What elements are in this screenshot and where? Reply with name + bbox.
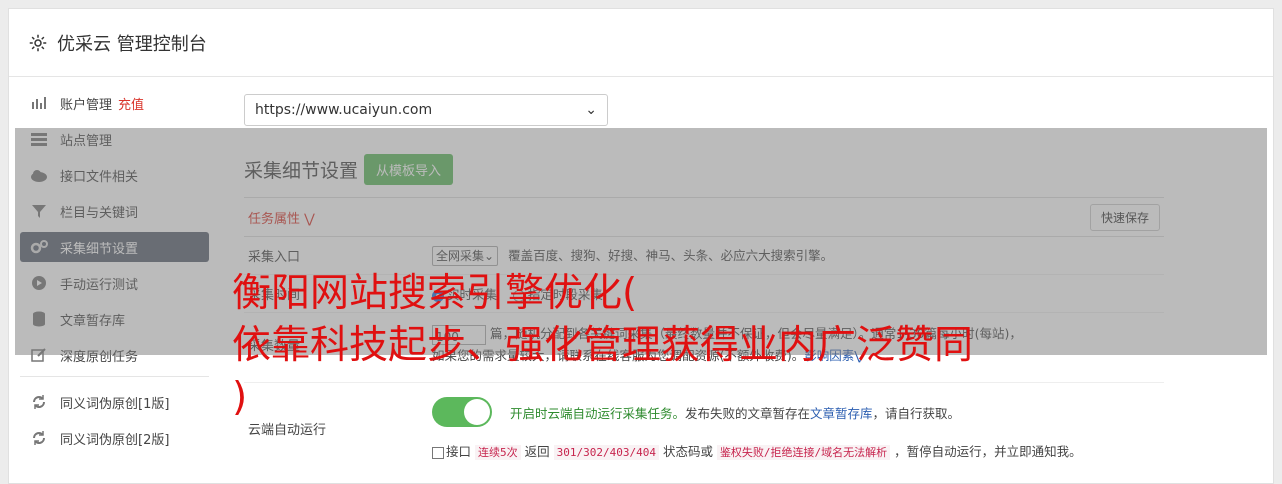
code-badge: 301/302/403/404 bbox=[553, 445, 659, 460]
chevron-down-icon: ⌄ bbox=[585, 102, 597, 118]
refresh-icon bbox=[30, 429, 48, 447]
sidebar-divider bbox=[20, 376, 209, 377]
api-text: 状态码或 bbox=[662, 444, 713, 459]
api-checkbox[interactable] bbox=[432, 446, 444, 459]
sidebar-item-label: 账户管理 bbox=[60, 97, 113, 113]
overlay-spam-text: 衡阳网站搜索引擎优化( 依靠科技起步、强化管理获得业内广泛赞同 ) bbox=[232, 268, 1072, 424]
overlay-line: 衡阳网站搜索引擎优化( bbox=[232, 271, 638, 316]
site-select-value: https://www.ucaiyun.com bbox=[255, 102, 433, 118]
panel-header: 优采云 管理控制台 bbox=[9, 9, 1273, 77]
api-label: 接口 bbox=[446, 444, 472, 459]
sidebar-item-label: 同义词伪原创[1版] bbox=[60, 396, 170, 412]
bar-chart-icon bbox=[30, 94, 48, 112]
overlay-line: 依靠科技起步、强化管理获得业内广泛赞同 bbox=[232, 323, 974, 368]
gear-icon bbox=[29, 34, 47, 51]
sidebar-item-synonym-v2[interactable]: 同义词伪原创[2版] bbox=[20, 423, 209, 453]
code-badge: 鉴权失败/拒绝连接/域名无法解析 bbox=[716, 445, 891, 460]
api-text: ，暂停自动运行，并立即通知我。 bbox=[894, 444, 1082, 459]
refresh-icon bbox=[30, 393, 48, 411]
sidebar-item-synonym-v1[interactable]: 同义词伪原创[1版] bbox=[20, 387, 209, 417]
sidebar-item-account[interactable]: 账户管理 充值 bbox=[20, 88, 209, 118]
site-select[interactable]: https://www.ucaiyun.com ⌄ bbox=[244, 94, 608, 126]
sidebar-item-label: 同义词伪原创[2版] bbox=[60, 432, 170, 448]
api-text: 返回 bbox=[524, 444, 550, 459]
page-title: 优采云 管理控制台 bbox=[57, 33, 207, 55]
recharge-link[interactable]: 充值 bbox=[118, 94, 144, 113]
code-badge: 连续5次 bbox=[475, 445, 521, 460]
overlay-line: ) bbox=[232, 375, 248, 420]
